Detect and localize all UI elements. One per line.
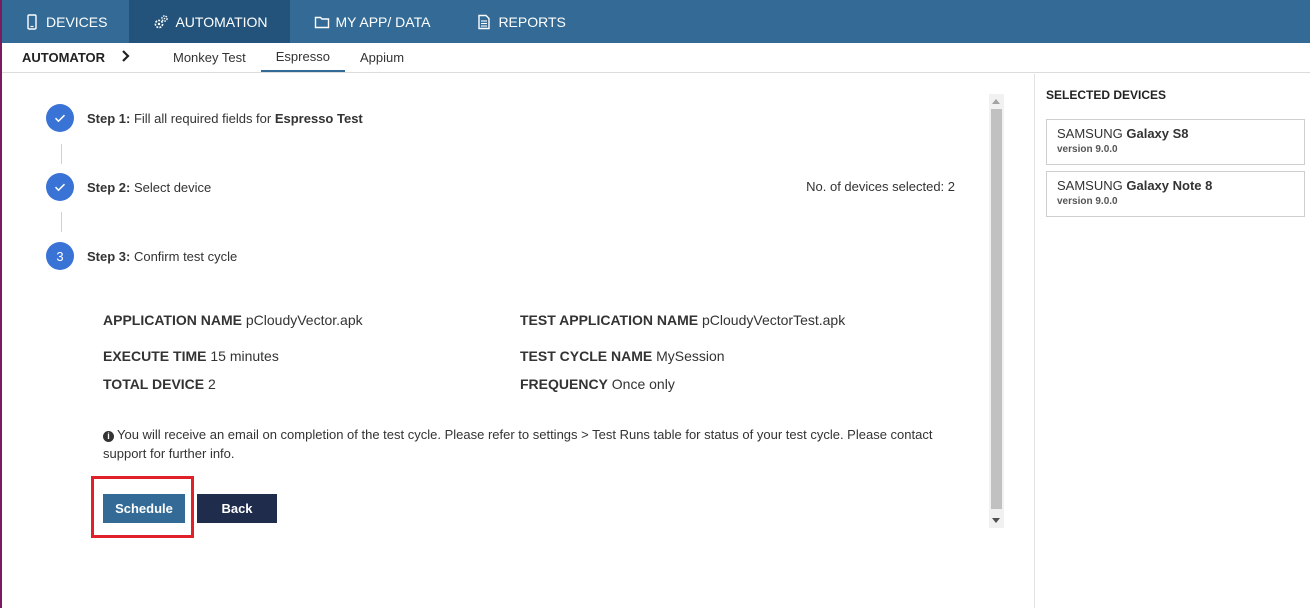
step-3-text: Step 3: Confirm test cycle	[87, 248, 238, 264]
nav-automation-label: AUTOMATION	[175, 13, 268, 30]
left-edge-accent	[0, 0, 2, 608]
summary-test-application-name: TEST APPLICATION NAME pCloudyVectorTest.…	[520, 312, 846, 328]
summary-test-cycle-name: TEST CYCLE NAME MySession	[520, 348, 725, 364]
step-2: Step 2: Select device	[46, 173, 211, 201]
summary-total-device: TOTAL DEVICE 2	[103, 376, 216, 392]
tab-espresso[interactable]: Espresso	[260, 43, 345, 72]
chevron-right-icon	[121, 50, 131, 65]
step-3: 3 Step 3: Confirm test cycle	[46, 242, 237, 270]
sub-navigation: AUTOMATOR Monkey Test Espresso Appium	[0, 43, 1310, 73]
info-icon: i	[103, 431, 114, 442]
step-connector-2	[61, 212, 62, 232]
vertical-scrollbar[interactable]	[989, 94, 1004, 528]
nav-my-app-data[interactable]: MY APP/ DATA	[290, 0, 453, 43]
device-name: SAMSUNG Galaxy S8	[1057, 126, 1189, 141]
schedule-button[interactable]: Schedule	[103, 494, 185, 523]
summary-execute-time: EXECUTE TIME 15 minutes	[103, 348, 279, 364]
wizard-content: Step 1: Fill all required fields for Esp…	[2, 74, 987, 608]
nav-automation[interactable]: AUTOMATION	[129, 0, 290, 43]
breadcrumb: AUTOMATOR	[0, 43, 158, 72]
scroll-down-icon[interactable]	[992, 518, 1000, 523]
nav-reports[interactable]: REPORTS	[452, 0, 587, 43]
device-card: SAMSUNG Galaxy Note 8 version 9.0.0	[1046, 171, 1305, 217]
info-note: i You will receive an email on completion…	[103, 425, 933, 463]
devices-selected-count: No. of devices selected: 2	[806, 179, 955, 194]
gears-icon	[153, 14, 169, 30]
top-navigation: DEVICES AUTOMATION MY APP/ DATA REPORTS	[0, 0, 1310, 43]
breadcrumb-automator: AUTOMATOR	[22, 50, 106, 65]
folder-icon	[314, 14, 330, 30]
nav-reports-label: REPORTS	[498, 13, 566, 30]
device-card: SAMSUNG Galaxy S8 version 9.0.0	[1046, 119, 1305, 165]
device-version: version 9.0.0	[1057, 196, 1118, 207]
step-2-check-icon	[46, 173, 74, 201]
nav-devices-label: DEVICES	[46, 13, 108, 30]
step-connector-1	[61, 144, 62, 164]
tab-appium[interactable]: Appium	[345, 43, 419, 72]
step-1: Step 1: Fill all required fields for Esp…	[46, 104, 363, 132]
device-name: SAMSUNG Galaxy Note 8	[1057, 178, 1213, 193]
selected-devices-panel: SELECTED DEVICES SAMSUNG Galaxy S8 versi…	[1036, 74, 1310, 608]
summary-application-name: APPLICATION NAME pCloudyVector.apk	[103, 312, 363, 328]
info-text: You will receive an email on completion …	[103, 427, 933, 461]
step-1-check-icon	[46, 104, 74, 132]
nav-my-app-data-label: MY APP/ DATA	[335, 13, 431, 30]
main-panel: Step 1: Fill all required fields for Esp…	[2, 74, 1035, 608]
step-3-number: 3	[46, 242, 74, 270]
step-1-text: Step 1: Fill all required fields for Esp…	[87, 110, 363, 126]
scrollbar-thumb[interactable]	[991, 109, 1002, 509]
phone-icon	[24, 13, 40, 30]
tab-monkey-test[interactable]: Monkey Test	[158, 43, 261, 72]
summary-frequency: FREQUENCY Once only	[520, 376, 675, 392]
document-icon	[476, 14, 492, 30]
scroll-up-icon[interactable]	[992, 99, 1000, 104]
device-version: version 9.0.0	[1057, 144, 1118, 155]
step-2-text: Step 2: Select device	[87, 179, 212, 195]
nav-devices[interactable]: DEVICES	[0, 0, 129, 43]
selected-devices-title: SELECTED DEVICES	[1046, 88, 1167, 102]
back-button[interactable]: Back	[197, 494, 277, 523]
